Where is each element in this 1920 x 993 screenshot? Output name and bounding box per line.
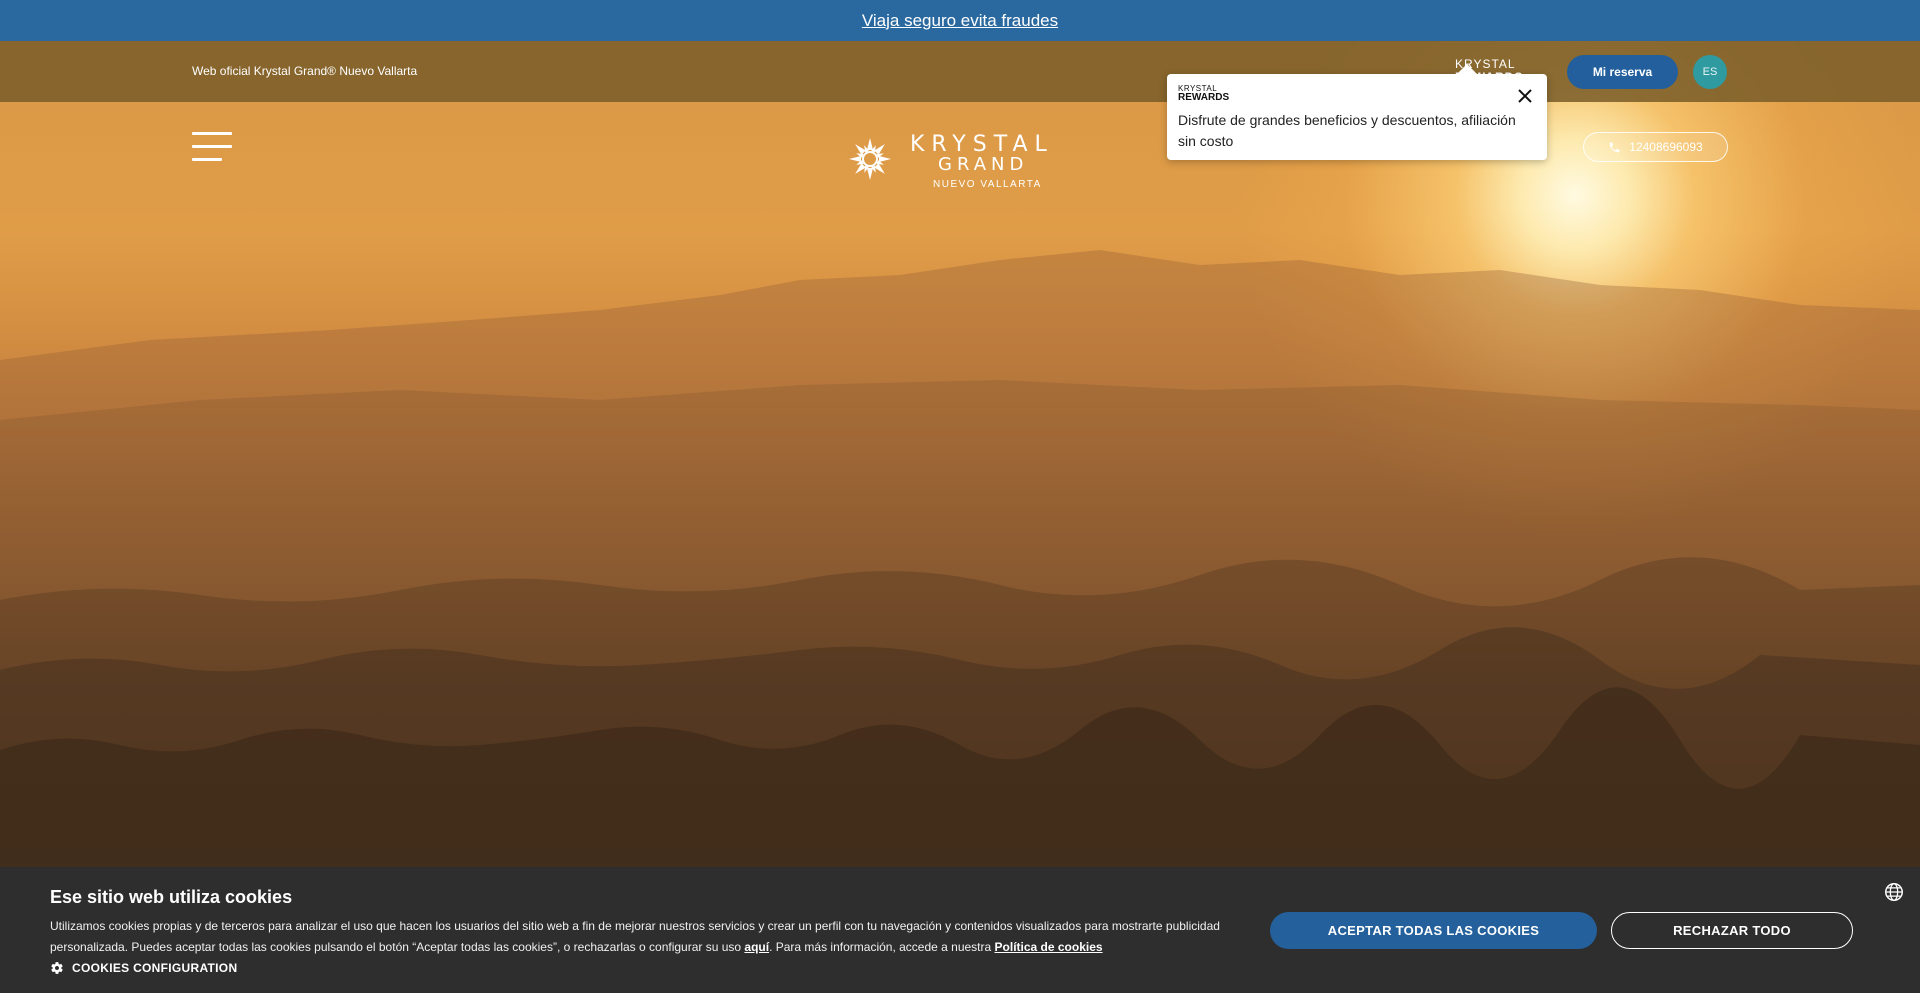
cookie-text: Utilizamos cookies propias y de terceros…	[50, 916, 1250, 958]
cookie-banner: Ese sitio web utiliza cookies Utilizamos…	[0, 867, 1920, 993]
popup-rewards-logo: KRYSTAL REWARDS	[1178, 85, 1229, 103]
accept-all-cookies-button[interactable]: ACEPTAR TODAS LAS COOKIES	[1270, 912, 1597, 949]
my-booking-button[interactable]: Mi reserva	[1567, 55, 1678, 89]
krystal-grand-logo[interactable]: KRYSTAL GRAND NUEVO VALLARTA	[848, 134, 1068, 194]
globe-icon[interactable]	[1883, 881, 1905, 903]
logo-line1: KRYSTAL	[910, 132, 1054, 157]
sun-star-logo-icon	[849, 138, 891, 180]
logo-line2: GRAND	[938, 154, 1029, 175]
fraud-warning-banner: Viaja seguro evita fraudes	[0, 0, 1920, 41]
phone-icon	[1609, 142, 1620, 152]
reject-all-button[interactable]: RECHAZAR TODO	[1611, 912, 1853, 949]
header-bar: Web oficial Krystal Grand® Nuevo Vallart…	[0, 41, 1920, 102]
cookie-text-part2: . Para más información, accede a nuestra	[769, 940, 995, 954]
language-selector[interactable]: ES	[1693, 55, 1727, 89]
popup-logo-line2: REWARDS	[1178, 92, 1230, 103]
cookie-policy-link[interactable]: Política de cookies	[995, 940, 1103, 954]
close-icon[interactable]	[1515, 86, 1535, 106]
hamburger-menu-icon[interactable]	[192, 132, 232, 162]
phone-number: 12408696093	[1629, 140, 1703, 154]
cookie-title: Ese sitio web utiliza cookies	[50, 887, 293, 907]
gear-icon	[51, 962, 63, 974]
logo-line3: NUEVO VALLARTA	[933, 179, 1042, 190]
phone-button[interactable]: 12408696093	[1583, 132, 1728, 162]
cookie-here-link[interactable]: aquí	[744, 940, 769, 954]
popup-message: Disfrute de grandes beneficios y descuen…	[1178, 112, 1516, 149]
fraud-warning-link[interactable]: Viaja seguro evita fraudes	[862, 11, 1058, 31]
rewards-popup: KRYSTAL REWARDS Disfrute de grandes bene…	[1167, 64, 1547, 160]
official-site-text: Web oficial Krystal Grand® Nuevo Vallart…	[192, 64, 418, 78]
cookies-configuration[interactable]: COOKIES CONFIGURATION	[50, 961, 237, 975]
cookies-configuration-label: COOKIES CONFIGURATION	[72, 961, 238, 975]
